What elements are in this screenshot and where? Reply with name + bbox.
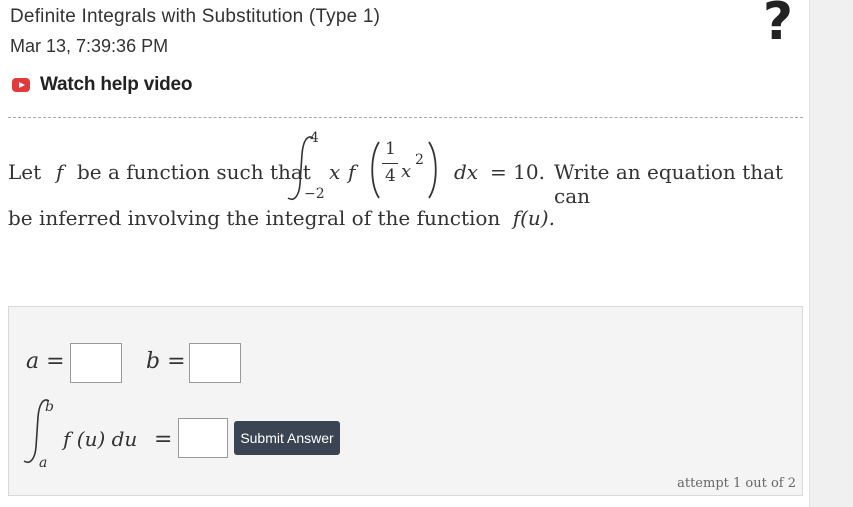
function-f: f xyxy=(56,160,64,184)
a-label: a = xyxy=(26,349,65,374)
equals-value: = 10. xyxy=(490,160,545,184)
question-mid: be a function such that xyxy=(77,160,311,184)
help-video-label: Watch help video xyxy=(40,74,193,95)
watch-help-video-link[interactable]: Watch help video xyxy=(12,74,193,96)
b-label: b = xyxy=(146,349,186,374)
equals-sign: = xyxy=(154,427,173,452)
dx: dx xyxy=(454,160,479,184)
integral-lower-a: a xyxy=(39,455,48,471)
integrand: f (u) du xyxy=(63,427,138,451)
b-input[interactable] xyxy=(189,343,241,383)
fraction-numerator: 1 xyxy=(385,139,396,159)
left-paren-icon xyxy=(371,141,380,199)
function-f-2: f xyxy=(348,160,356,184)
question-line2: be inferred involving the integral of th… xyxy=(8,206,501,230)
upper-limit: 4 xyxy=(310,130,319,146)
lower-limit: −2 xyxy=(304,186,325,202)
question-text: Let f be a function such that 4 −2 x f 1… xyxy=(8,130,808,230)
integral-input[interactable] xyxy=(178,418,228,458)
page-title: Definite Integrals with Substitution (Ty… xyxy=(10,6,381,27)
attempt-counter: attempt 1 out of 2 xyxy=(677,476,796,491)
submit-answer-button[interactable]: Submit Answer xyxy=(234,421,340,455)
var-x: x xyxy=(329,160,341,184)
function-fu: f(u). xyxy=(512,206,555,230)
fraction-denominator: 4 xyxy=(385,166,396,186)
right-paren-icon xyxy=(428,141,437,199)
var-x-2: x xyxy=(401,161,412,182)
fraction-bar xyxy=(382,163,398,164)
help-question-icon[interactable]: ? xyxy=(763,0,793,52)
answer-panel: a = b = b a f (u) du = Submit Answer att… xyxy=(8,306,803,496)
divider xyxy=(8,117,803,118)
integral-upper-b: b xyxy=(45,399,54,415)
video-play-icon xyxy=(12,78,30,92)
question-prefix: Let xyxy=(8,160,42,184)
question-suffix: Write an equation that can xyxy=(554,160,784,208)
exponent: 2 xyxy=(415,152,424,168)
right-sidebar-strip xyxy=(809,0,853,507)
a-input[interactable] xyxy=(70,343,122,383)
timestamp: Mar 13, 7:39:36 PM xyxy=(10,36,169,56)
